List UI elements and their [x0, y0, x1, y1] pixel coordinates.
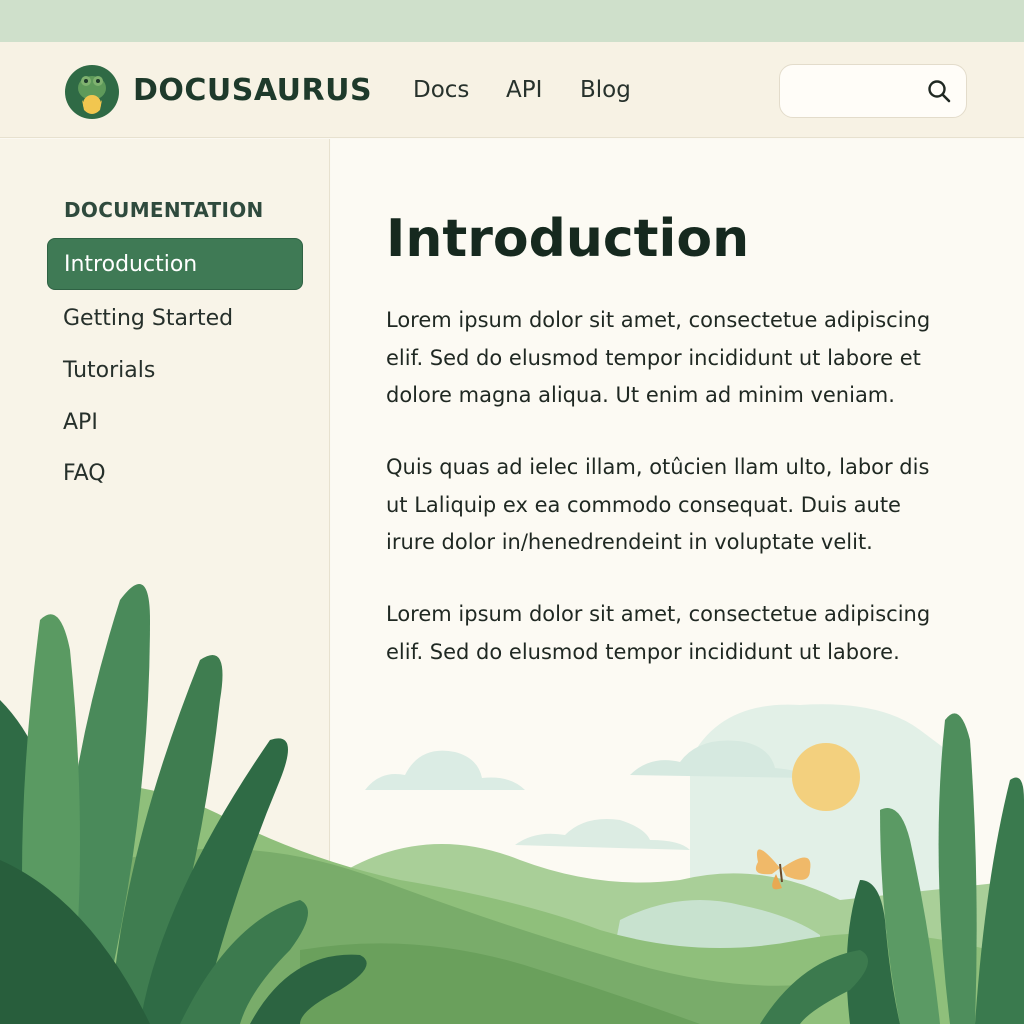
top-strip — [0, 0, 1024, 42]
search-icon[interactable] — [926, 78, 952, 104]
nav-blog[interactable]: Blog — [580, 77, 631, 103]
nav-docs[interactable]: Docs — [413, 77, 469, 103]
sidebar-item-faq[interactable]: FAQ — [47, 448, 303, 500]
sidebar-item-tutorials[interactable]: Tutorials — [47, 345, 303, 397]
sidebar-item-getting-started[interactable]: Getting Started — [47, 293, 303, 345]
main-content: Introduction Lorem ipsum dolor sit amet,… — [331, 139, 1024, 1024]
docusaurus-logo-icon[interactable] — [64, 64, 120, 120]
sidebar: DOCUMENTATION Introduction Getting Start… — [0, 139, 330, 1024]
paragraph-3: Lorem ipsum dolor sit amet, consectetue … — [386, 602, 931, 664]
page-title: Introduction — [386, 209, 750, 269]
search-input[interactable] — [779, 64, 967, 118]
paragraph-2: Quis quas ad ielec illam, otûcien llam u… — [386, 455, 930, 554]
nav-api[interactable]: API — [506, 77, 542, 103]
sidebar-item-introduction[interactable]: Introduction — [47, 238, 303, 290]
navbar: DOCUSAURUS Docs API Blog — [0, 42, 1024, 138]
sidebar-heading: DOCUMENTATION — [64, 198, 264, 222]
brand-title[interactable]: DOCUSAURUS — [133, 73, 372, 108]
paragraph-1: Lorem ipsum dolor sit amet, consectetue … — [386, 308, 931, 407]
sidebar-item-api[interactable]: API — [47, 397, 303, 449]
